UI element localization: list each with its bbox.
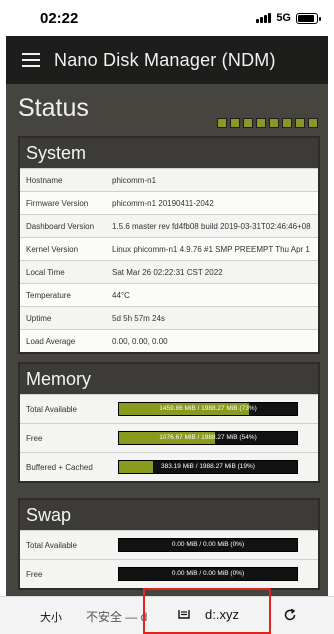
row-value: 44°C (112, 290, 130, 300)
usage-label: Free (26, 433, 43, 443)
usage-text: 0.00 MiB / 0.00 MiB (0%) (171, 570, 245, 577)
table-row: Firmware Version phicomm-n1 20190411-2042 (20, 191, 318, 214)
usage-text: 383.19 MiB / 1988.27 MiB (19%) (161, 463, 255, 470)
table-row: Local Time Sat Mar 26 02:22:31 CST 2022 (20, 260, 318, 283)
row-label: Temperature (26, 290, 71, 300)
refresh-icon[interactable] (283, 608, 297, 622)
usage-bar: 1459.86 MiB / 1988.27 MiB (73%) (118, 402, 298, 416)
page-title: Status (18, 94, 89, 122)
insecure-indicator[interactable]: 不安全 — d (86, 608, 147, 625)
system-card-header: System (20, 138, 318, 168)
row-label: Kernel Version (26, 244, 79, 254)
usage-row: Total Available 0.00 MiB / 0.00 MiB (0%) (20, 530, 318, 559)
swap-card-header: Swap (20, 500, 318, 530)
table-row: Hostname phicomm-n1 (20, 168, 318, 191)
table-row: Uptime 5d 5h 57m 24s (20, 306, 318, 329)
usage-row: Free 1076.67 MiB / 1988.27 MiB (54%) (20, 423, 318, 452)
row-label: Load Average (26, 336, 76, 346)
led-indicator (217, 118, 227, 128)
clock: 02:22 (40, 10, 79, 27)
led-indicators (217, 118, 318, 128)
usage-text: 1459.86 MiB / 1988.27 MiB (73%) (159, 405, 257, 412)
usage-bar: 1076.67 MiB / 1988.27 MiB (54%) (118, 431, 298, 445)
status-indicators: 5G (256, 12, 321, 24)
usage-bar: 0.00 MiB / 0.00 MiB (0%) (118, 538, 298, 552)
table-row: Temperature 44°C (20, 283, 318, 306)
row-value: Sat Mar 26 02:22:31 CST 2022 (112, 267, 223, 277)
usage-text: 0.00 MiB / 0.00 MiB (0%) (171, 541, 245, 548)
usage-label: Free (26, 569, 43, 579)
table-row: Kernel Version Linux phicomm-n1 4.9.76 #1… (20, 237, 318, 260)
row-label: Firmware Version (26, 198, 89, 208)
text-size-button[interactable]: 大小 (40, 609, 62, 625)
table-row: Dashboard Version 1.5.6 master rev fd4fb0… (20, 214, 318, 237)
row-value: 0.00, 0.00, 0.00 (112, 336, 168, 346)
menu-icon[interactable] (22, 53, 40, 67)
usage-row: Total Available 1459.86 MiB / 1988.27 MiB… (20, 394, 318, 423)
row-label: Hostname (26, 175, 63, 185)
battery-icon (296, 12, 321, 24)
status-header: Status (6, 84, 328, 130)
led-indicator (230, 118, 240, 128)
highlight-box (143, 588, 271, 634)
app-bar: Nano Disk Manager (NDM) (6, 36, 328, 84)
signal-icon (256, 13, 272, 23)
memory-card-title: Memory (26, 368, 92, 389)
led-indicator (256, 118, 266, 128)
usage-label: Buffered + Cached (26, 462, 93, 472)
network-type: 5G (276, 12, 291, 24)
ios-status-bar: 02:22 5G (0, 0, 334, 36)
row-value: phicomm-n1 20190411-2042 (112, 198, 214, 208)
swap-table: Total Available 0.00 MiB / 0.00 MiB (0%) F… (20, 530, 318, 588)
usage-row: Buffered + Cached 383.19 MiB / 1988.27 Mi… (20, 452, 318, 481)
usage-text: 1076.67 MiB / 1988.27 MiB (54%) (159, 434, 257, 441)
system-card-title: System (26, 142, 87, 163)
usage-bar: 0.00 MiB / 0.00 MiB (0%) (118, 567, 298, 581)
row-label: Dashboard Version (26, 221, 95, 231)
led-indicator (282, 118, 292, 128)
row-value: phicomm-n1 (112, 175, 157, 185)
row-label: Uptime (26, 313, 52, 323)
usage-bar: 383.19 MiB / 1988.27 MiB (19%) (118, 460, 298, 474)
usage-row: Free 0.00 MiB / 0.00 MiB (0%) (20, 559, 318, 588)
led-indicator (295, 118, 305, 128)
memory-card-header: Memory (20, 364, 318, 394)
swap-card: Swap Total Available 0.00 MiB / 0.00 MiB … (18, 498, 320, 590)
usage-label: Total Available (26, 404, 77, 414)
memory-table: Total Available 1459.86 MiB / 1988.27 MiB… (20, 394, 318, 481)
system-table: Hostname phicomm-n1 Firmware Version phicom… (20, 168, 318, 352)
row-value: 1.5.6 master rev fd4fb08 build 2019-03-3… (112, 221, 311, 231)
swap-card-title: Swap (26, 504, 72, 525)
led-indicator (308, 118, 318, 128)
led-indicator (269, 118, 279, 128)
app-title: Nano Disk Manager (NDM) (54, 49, 276, 70)
table-row: Load Average 0.00, 0.00, 0.00 (20, 329, 318, 352)
usage-label: Total Available (26, 540, 77, 550)
memory-card: Memory Total Available 1459.86 MiB / 1988… (18, 362, 320, 483)
row-label: Local Time (26, 267, 65, 277)
led-indicator (243, 118, 253, 128)
system-card: System Hostname phicomm-n1 Firmware Versio… (18, 136, 320, 354)
row-value: Linux phicomm-n1 4.9.76 #1 SMP PREEMPT T… (112, 244, 310, 254)
ndm-app: Nano Disk Manager (NDM) Status System Ho… (6, 36, 328, 596)
row-value: 5d 5h 57m 24s (112, 313, 165, 323)
